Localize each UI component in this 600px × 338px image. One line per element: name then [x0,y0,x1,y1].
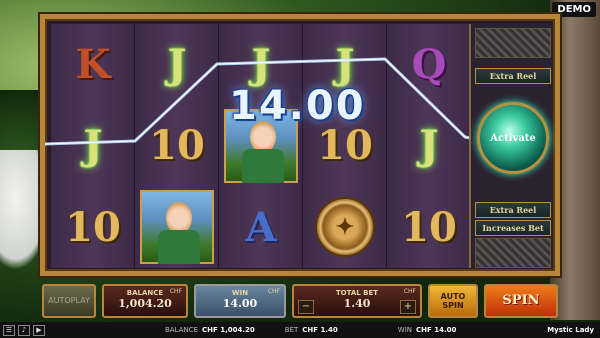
game-name: Mystic Lady [547,326,594,334]
auto-spin-label-2: SPIN [442,301,464,310]
symbol-r3c2-lady [135,187,219,268]
celtic-coin-icon: ✦ [315,197,375,258]
reel-frame: K J J J Q J 10 10 J 10 A ✦ 10 14.00 Extr… [40,14,560,276]
status-balance-label: BALANCE [165,326,198,334]
activate-label: Activate [490,132,536,144]
extra-reel-label-bottom: Extra Reel [475,202,551,218]
extra-reel-label-top: Extra Reel [475,68,551,84]
play-icon[interactable]: ▶ [33,324,45,336]
win-amount-overlay: 14.00 [229,83,366,129]
win-panel: CHF WIN 14.00 [194,284,286,318]
status-win-value: CHF 14.00 [416,326,457,334]
total-bet-caption: TOTAL BET [335,289,379,297]
reel-grid: K J J J Q J 10 10 J 10 A ✦ 10 [51,24,471,268]
increases-bet-label: Increases Bet [475,220,551,236]
symbol-r1c2: J [167,41,187,89]
ornament-top [475,28,551,58]
spin-button[interactable]: SPIN [484,284,558,318]
auto-spin-label-1: AUTO [440,292,466,301]
control-bar: AUTOPLAY CHF BALANCE 1,004.20 CHF WIN 14… [40,282,560,320]
auto-spin-button[interactable]: AUTO SPIN [428,284,478,318]
status-win-label: WIN [397,326,413,334]
symbol-r3c1: 10 [65,203,121,251]
symbol-r2c1: J [83,122,103,170]
symbol-r1c5: Q [411,41,447,89]
status-bet-label: BET [284,326,299,334]
sound-icon[interactable]: ♪ [18,324,30,336]
balance-panel: CHF BALANCE 1,004.20 [102,284,188,318]
activate-button[interactable]: Activate [477,102,549,174]
symbol-r2c5: J [419,122,439,170]
currency-label: CHF [267,288,280,295]
symbol-r2c2: 10 [149,122,205,170]
status-bar: ☰ ♪ ▶ BALANCE CHF 1,004.20 BET CHF 1.40 … [0,322,600,338]
currency-label: CHF [403,288,416,295]
menu-icon[interactable]: ☰ [3,324,15,336]
bet-decrease-button[interactable]: − [298,300,314,314]
balance-value: 1,004.20 [118,297,172,310]
autoplay-button[interactable]: AUTOPLAY [42,284,96,318]
status-balance-value: CHF 1,004.20 [202,326,255,334]
total-bet-panel: CHF TOTAL BET 1.40 − + [292,284,422,318]
bet-increase-button[interactable]: + [400,300,416,314]
symbol-r3c3: A [245,203,277,251]
lady-portrait [140,190,214,265]
currency-label: CHF [169,288,182,295]
symbol-r3c5: 10 [401,203,457,251]
ornament-bottom [475,238,551,268]
symbol-r1c1: K [75,41,111,89]
symbol-r3c4-coin: ✦ [303,187,387,268]
win-value: 14.00 [222,297,258,310]
status-bet-value: CHF 1.40 [302,326,338,334]
extra-reel-panel: Extra Reel Activate Extra Reel Increases… [469,24,553,268]
